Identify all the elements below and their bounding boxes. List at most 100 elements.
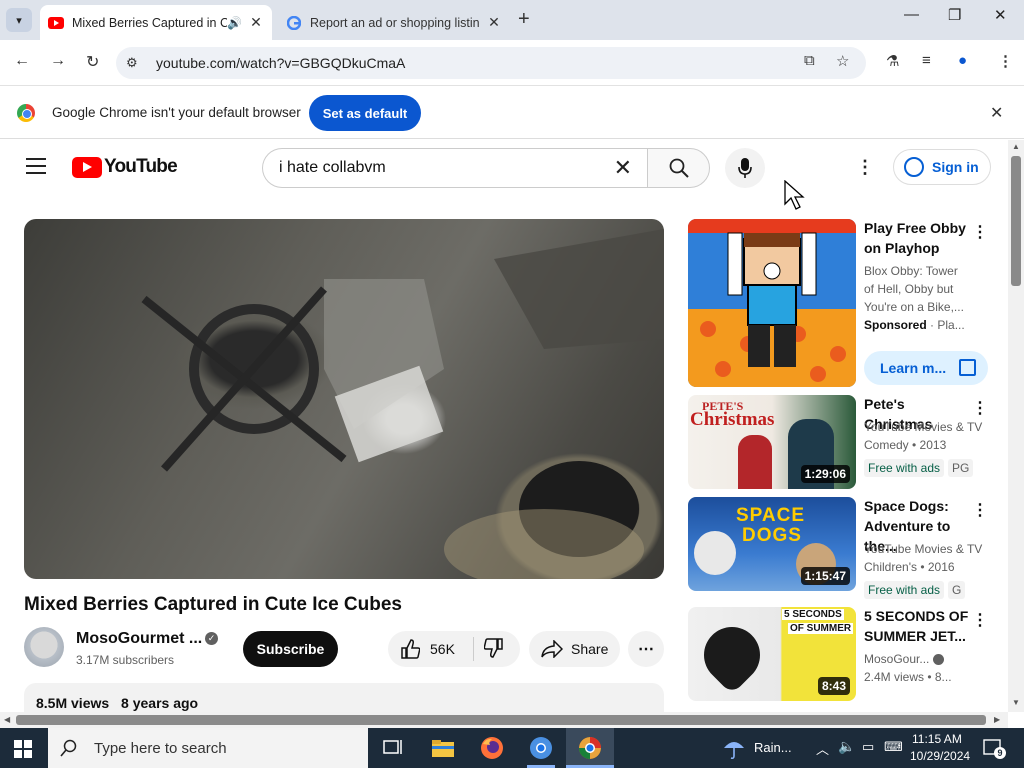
chrome-icon[interactable] — [529, 736, 553, 760]
youtube-play-icon — [72, 156, 102, 178]
thumbnail-title-bottom: Christmas — [690, 409, 775, 430]
tab-strip: ▾ Mixed Berries Captured in C 🔊 ✕ Report… — [0, 0, 1024, 40]
learn-more-button[interactable]: Learn m... — [864, 351, 988, 385]
tab-report-ad[interactable]: Report an ad or shopping listin ✕ — [278, 5, 510, 40]
tab-youtube[interactable]: Mixed Berries Captured in C 🔊 ✕ — [40, 5, 272, 40]
ad-title[interactable]: Play Free Obby on Playhop — [864, 218, 974, 258]
tray-expand-icon[interactable]: ︿ — [816, 739, 829, 758]
channel-name[interactable]: MosoGourmet ... — [76, 630, 202, 648]
set-as-default-button[interactable]: Set as default — [309, 95, 421, 131]
minimize-icon[interactable]: — — [904, 6, 919, 23]
new-tab-icon[interactable]: + — [518, 8, 530, 31]
profile-icon[interactable]: ● — [958, 52, 967, 69]
taskbar-search-placeholder: Type here to search — [94, 739, 227, 757]
ad-thumbnail[interactable] — [688, 219, 856, 387]
address-bar[interactable]: ⚙ youtube.com/watch?v=GBGQDkuCmaA — [116, 47, 866, 79]
voice-search-button[interactable] — [725, 148, 765, 188]
notifications-button[interactable]: 9 — [982, 737, 1006, 759]
video-title-link[interactable]: 5 SECONDS OF SUMMER JET... — [864, 606, 974, 646]
infobar-message: Google Chrome isn't your default browser — [52, 105, 301, 120]
browser-toolbar: ← → ↻ ⚙ youtube.com/watch?v=GBGQDkuCmaA … — [0, 40, 1024, 86]
chevron-down-icon: ▾ — [16, 14, 22, 27]
url-text[interactable]: youtube.com/watch?v=GBGQDkuCmaA — [156, 55, 405, 71]
thumbs-up-icon — [401, 639, 420, 659]
chrome-menu-icon[interactable]: ⋮ — [998, 52, 1013, 70]
close-tab-icon[interactable]: ✕ — [484, 14, 504, 31]
back-icon[interactable]: ← — [14, 52, 30, 70]
video-meta: MosoGour... 2.4M views • 8... — [864, 650, 969, 686]
vertical-scrollbar[interactable]: ▲ ▼ — [1008, 140, 1024, 712]
close-tab-icon[interactable]: ✕ — [246, 14, 266, 31]
search-button[interactable] — [647, 148, 710, 188]
file-explorer-icon[interactable] — [431, 736, 455, 760]
youtube-logo[interactable]: YouTube — [72, 156, 178, 178]
scrollbar-thumb[interactable] — [1011, 156, 1021, 286]
chrome-dev-active-app[interactable] — [566, 728, 614, 768]
item-menu-icon[interactable]: ⋮ — [972, 222, 988, 242]
scroll-left-icon[interactable]: ◀ — [4, 715, 10, 724]
tab-search-button[interactable]: ▾ — [6, 8, 32, 32]
youtube-header: YouTube i hate collabvm ✕ ⋮ Sign in — [0, 140, 1008, 196]
clock-date[interactable]: 10/29/2024 — [910, 749, 970, 763]
settings-kebab-icon[interactable]: ⋮ — [856, 157, 874, 178]
taskbar-search-box[interactable]: Type here to search — [48, 728, 368, 768]
thumbnail-title-top: 5 SECONDS — [782, 609, 844, 620]
search-query[interactable]: i hate collabvm — [279, 159, 614, 177]
reload-icon[interactable]: ↻ — [86, 52, 99, 72]
weather-text[interactable]: Rain... — [754, 740, 792, 755]
scrollbar-thumb[interactable] — [16, 715, 986, 725]
duration-badge: 1:15:47 — [800, 567, 850, 585]
search-input[interactable]: i hate collabvm ✕ — [262, 148, 648, 188]
restore-icon[interactable]: ❐ — [948, 6, 961, 24]
bookmark-star-icon[interactable]: ☆ — [836, 52, 849, 70]
clear-search-icon[interactable]: ✕ — [614, 155, 632, 181]
ad-description-line: Blox Obby: Tower — [864, 264, 958, 278]
share-button[interactable]: Share — [529, 631, 620, 667]
close-window-icon[interactable]: ✕ — [994, 6, 1007, 24]
subscribe-button[interactable]: Subscribe — [243, 631, 338, 667]
rain-umbrella-icon[interactable] — [722, 736, 746, 760]
site-info-icon[interactable]: ⚙ — [126, 55, 148, 71]
more-actions-icon[interactable]: ⋯ — [628, 631, 664, 667]
windows-taskbar: Type here to search Rain... ︿ 🔈 ▭ ⌨ 11:1… — [0, 728, 1024, 768]
sign-in-button[interactable]: Sign in — [893, 149, 991, 185]
media-control-icon[interactable]: ≡ — [922, 52, 931, 69]
speaker-icon[interactable]: 🔊 — [227, 16, 242, 30]
external-link-icon — [959, 359, 976, 376]
view-count: 8.5M views — [36, 695, 110, 711]
item-menu-icon[interactable]: ⋮ — [972, 500, 988, 520]
task-view-icon[interactable] — [381, 736, 405, 760]
network-icon[interactable]: ▭ — [862, 739, 874, 755]
thumbnail-heart — [692, 615, 772, 695]
like-button[interactable]: 56K — [388, 637, 474, 661]
firefox-icon[interactable] — [480, 736, 504, 760]
channel-avatar[interactable] — [24, 627, 64, 667]
item-menu-icon[interactable]: ⋮ — [972, 398, 988, 418]
scroll-right-icon[interactable]: ▶ — [994, 715, 1000, 724]
keyboard-icon[interactable]: ⌨ — [884, 739, 903, 755]
thumbnail-title-bottom: OF SUMMER — [788, 623, 854, 634]
windows-start-icon[interactable] — [14, 740, 32, 758]
video-thumbnail[interactable]: 5 SECONDS OF SUMMER 8:43 — [688, 607, 856, 701]
install-app-icon[interactable]: ⧉ — [804, 52, 815, 69]
youtube-favicon-icon — [48, 15, 64, 31]
ad-description-line: of Hell, Obby but — [864, 282, 954, 296]
horizontal-scrollbar[interactable]: ◀ ▶ — [0, 712, 1008, 728]
ad-description: Blox Obby: Tower of Hell, Obby but You'r… — [864, 262, 969, 334]
share-arrow-icon — [541, 640, 563, 658]
menu-icon[interactable] — [26, 158, 46, 179]
dislike-button[interactable] — [483, 637, 504, 661]
scroll-down-icon[interactable]: ▼ — [1012, 698, 1020, 707]
channel-name-small[interactable]: MosoGour... — [864, 652, 929, 666]
verified-check-icon — [932, 654, 944, 666]
clock-time[interactable]: 11:15 AM — [912, 732, 962, 746]
video-player[interactable] — [24, 219, 664, 579]
video-thumbnail[interactable]: PETE'S Christmas 1:29:06 — [688, 395, 856, 489]
scroll-up-icon[interactable]: ▲ — [1012, 142, 1020, 151]
labs-flask-icon[interactable]: ⚗ — [886, 52, 899, 70]
item-menu-icon[interactable]: ⋮ — [972, 610, 988, 630]
close-infobar-icon[interactable]: ✕ — [990, 103, 1003, 123]
video-thumbnail[interactable]: SPACE DOGS 1:15:47 — [688, 497, 856, 591]
volume-icon[interactable]: 🔈 — [838, 738, 855, 755]
forward-icon[interactable]: → — [50, 52, 66, 70]
